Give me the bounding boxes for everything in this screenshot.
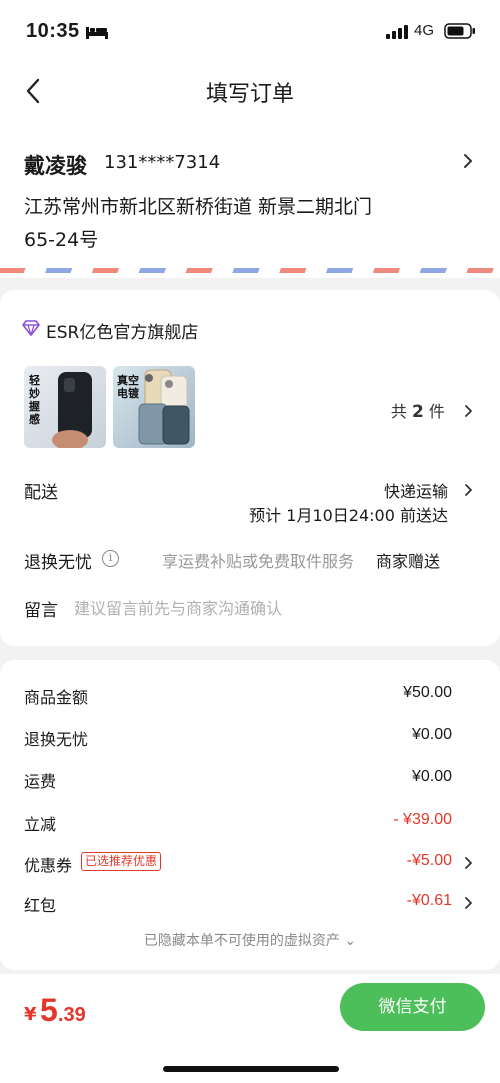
item-count[interactable]: 共 2 件: [391, 398, 474, 422]
instant-discount-label: 立减: [24, 815, 57, 834]
coupon-tag: 已选推荐优惠: [81, 852, 162, 871]
recipient-phone: 131****7314: [104, 152, 221, 173]
coupon-label: 优惠券: [24, 856, 73, 875]
thumb-caption: 真空 电镀: [117, 374, 139, 400]
address-card[interactable]: 戴凌骏 131****7314 江苏常州市新北区新桥街道 新景二期北门 65-2…: [0, 122, 500, 278]
delivery-label: 配送: [24, 483, 58, 503]
signal-icon: [386, 24, 408, 43]
address-line-2: 65-24号: [24, 229, 99, 251]
product-thumbnail[interactable]: 真空 电镀: [113, 366, 195, 448]
status-time: 10:35: [26, 20, 80, 42]
total-decimal: .39: [58, 1004, 86, 1026]
coupon-value[interactable]: -¥5.00: [407, 852, 452, 870]
return-service-description: 享运费补贴或免费取件服务: [162, 552, 355, 571]
red-packet-value[interactable]: -¥0.61: [407, 892, 452, 910]
item-count-prefix: 共: [390, 402, 407, 421]
info-icon[interactable]: i: [102, 550, 119, 567]
shop-card: ESR亿色官方旗舰店 轻 妙 握 感 真空 电镀 共 2 件 配送 快递运输 预…: [0, 290, 500, 646]
item-count-suffix: 件: [428, 402, 445, 421]
delivery-eta: 预计 1月10日24:00 前送达: [249, 506, 448, 525]
bed-icon: [86, 24, 108, 43]
total-currency: ¥: [24, 1004, 37, 1025]
chevron-right-icon: [464, 403, 474, 422]
nav-bar: 填写订单: [0, 62, 500, 122]
thumb-caption: 轻 妙 握 感: [29, 374, 40, 426]
memo-label: 留言: [24, 601, 58, 621]
wechat-pay-button[interactable]: 微信支付: [340, 983, 485, 1031]
status-bar: 10:35 4G: [0, 0, 500, 62]
chevron-right-icon[interactable]: [464, 482, 474, 501]
return-fee-value: ¥0.00: [411, 726, 452, 743]
item-count-number: 2: [411, 402, 424, 422]
shipping-fee-value: ¥0.00: [411, 768, 452, 785]
bottom-pay-bar: ¥ 5 .39 微信支付: [0, 974, 500, 1083]
chevron-right-icon[interactable]: [462, 152, 474, 174]
goods-amount-value: ¥50.00: [403, 684, 452, 701]
recipient-name: 戴凌骏: [24, 154, 87, 178]
total-integer: 5: [40, 992, 58, 1028]
return-service-label: 退换无忧: [24, 553, 92, 573]
diamond-icon: [22, 320, 40, 340]
page-title: 填写订单: [205, 82, 294, 107]
memo-input[interactable]: [74, 596, 464, 620]
chevron-right-icon[interactable]: [464, 855, 474, 874]
product-thumbnail[interactable]: 轻 妙 握 感: [24, 366, 106, 448]
hidden-assets-toggle[interactable]: 已隐藏本单不可使用的虚拟资产 ⌄: [0, 930, 500, 950]
price-card: 商品金额 ¥50.00 退换无忧 ¥0.00 运费 ¥0.00 立减 - ¥39…: [0, 660, 500, 970]
return-fee-label: 退换无忧: [24, 730, 89, 749]
goods-amount-label: 商品金额: [24, 688, 89, 707]
shipping-fee-label: 运费: [24, 772, 57, 791]
address-line-1: 江苏常州市新北区新桥街道 新景二期北门: [24, 196, 373, 218]
return-service-value: 商家赠送: [376, 552, 441, 571]
instant-discount-value: - ¥39.00: [393, 811, 452, 828]
shop-name[interactable]: ESR亿色官方旗舰店: [46, 318, 198, 343]
network-type: 4G: [414, 22, 435, 39]
delivery-method[interactable]: 快递运输: [384, 478, 448, 502]
airmail-stripe: [0, 268, 500, 273]
chevron-right-icon[interactable]: [464, 895, 474, 914]
battery-icon: [444, 23, 476, 43]
red-packet-label: 红包: [24, 896, 57, 915]
home-indicator[interactable]: [163, 1066, 339, 1072]
